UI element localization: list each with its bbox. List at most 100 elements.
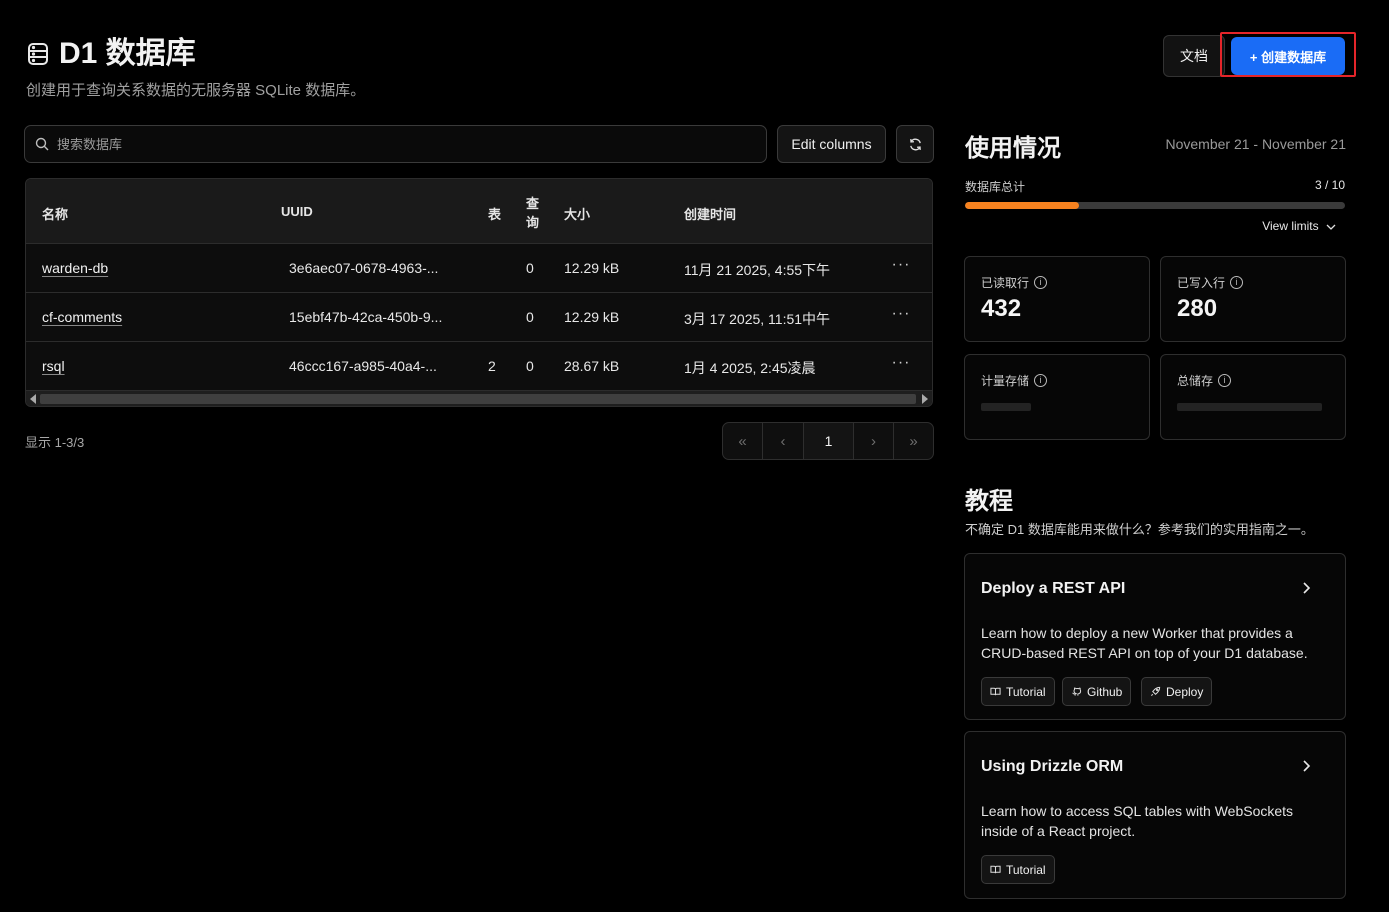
rows-written-value: 280	[1177, 295, 1218, 322]
chip-label: Github	[1087, 684, 1123, 699]
database-uuid: 46ccc167-a985-40a4-...	[289, 358, 437, 374]
chevron-down-icon	[1326, 224, 1336, 230]
view-limits-label: View limits	[1262, 219, 1319, 233]
create-database-button[interactable]: + 创建数据库	[1231, 37, 1345, 75]
rocket-icon	[1151, 686, 1161, 696]
table-header: 名称 UUID 表 查询 大小 创建时间	[26, 179, 932, 244]
column-header-size[interactable]: 大小	[564, 204, 590, 223]
loading-skeleton	[981, 403, 1031, 411]
result-range: 显示 1-3/3	[25, 435, 85, 450]
database-name-link[interactable]: cf-comments	[42, 309, 122, 325]
column-header-tables[interactable]: 表	[488, 204, 501, 223]
table-row[interactable]: cf-comments 15ebf47b-42ca-450b-9... 0 12…	[26, 293, 932, 342]
table-row[interactable]: rsql 46ccc167-a985-40a4-... 2 0 28.67 kB…	[26, 342, 932, 391]
database-created: 1月 4 2025, 2:45凌晨	[684, 360, 816, 376]
edit-columns-button[interactable]: Edit columns	[777, 125, 886, 163]
view-limits-button[interactable]: View limits	[1240, 219, 1336, 233]
usage-date-range: November 21 - November 21	[1165, 136, 1346, 152]
horizontal-scrollbar[interactable]	[26, 391, 932, 406]
github-icon	[1072, 687, 1082, 696]
next-page-button[interactable]: ›	[854, 423, 894, 459]
search-icon	[35, 137, 49, 151]
database-created: 3月 17 2025, 11:51中午	[684, 311, 831, 327]
database-queries: 0	[526, 358, 534, 374]
rows-written-card: 已写入行 i 280	[1160, 256, 1346, 342]
database-size: 12.29 kB	[564, 309, 620, 325]
page-1-button[interactable]: 1	[804, 423, 854, 459]
chevron-right-icon	[1303, 582, 1311, 594]
column-header-uuid[interactable]: UUID	[281, 204, 313, 219]
column-header-actions	[872, 179, 932, 224]
page-subtitle: 创建用于查询关系数据的无服务器 SQLite 数据库。	[26, 82, 366, 99]
total-storage-label: 总储存	[1177, 374, 1214, 388]
chip-label: Tutorial	[1006, 684, 1046, 699]
rows-written-label: 已写入行	[1177, 276, 1226, 290]
usage-title: 使用情况	[965, 135, 1061, 162]
database-size: 12.29 kB	[564, 260, 620, 276]
book-icon	[990, 865, 1001, 874]
column-header-created[interactable]: 创建时间	[684, 204, 736, 223]
tutorial-chip-deploy[interactable]: Deploy	[1141, 677, 1213, 706]
column-header-name[interactable]: 名称	[42, 204, 68, 223]
database-uuid: 3e6aec07-0678-4963-...	[289, 260, 439, 276]
page-title: D1 数据库	[59, 37, 196, 70]
search-input[interactable]	[57, 136, 737, 152]
info-icon[interactable]: i	[1218, 374, 1232, 387]
book-icon	[990, 687, 1001, 696]
tutorial-description: Learn how to access SQL tables with WebS…	[981, 803, 1294, 839]
database-total-label: 数据库总计	[965, 180, 1026, 194]
scrollbar-thumb[interactable]	[40, 394, 916, 404]
database-name-link[interactable]: warden-db	[42, 260, 108, 276]
tutorial-description: Learn how to deploy a new Worker that pr…	[981, 625, 1308, 661]
info-icon[interactable]: i	[1230, 276, 1244, 289]
database-total-count: 3 / 10	[1314, 178, 1345, 192]
prev-page-button[interactable]: ‹	[763, 423, 804, 459]
first-page-button[interactable]: «	[723, 423, 763, 459]
tutorial-chip-tutorial[interactable]: Tutorial	[981, 677, 1055, 706]
docs-button[interactable]: 文档	[1163, 35, 1225, 77]
rows-read-value: 432	[981, 295, 1022, 322]
tutorial-card-drizzle-orm[interactable]: Using Drizzle ORM Learn how to access SQ…	[964, 731, 1346, 899]
last-page-button[interactable]: »	[894, 423, 933, 459]
tutorials-subtitle: 不确定 D1 数据库能用来做什么？参考我们的实用指南之一。	[965, 522, 1314, 537]
databases-table: 名称 UUID 表 查询 大小 创建时间 warden-db 3e6aec07-…	[25, 178, 933, 407]
database-queries: 0	[526, 260, 534, 276]
refresh-button[interactable]	[896, 125, 934, 163]
loading-skeleton	[1177, 403, 1322, 411]
database-queries: 0	[526, 309, 534, 325]
tutorial-title: Deploy a REST API	[981, 580, 1126, 597]
column-header-queries[interactable]: 查询	[526, 194, 540, 232]
metered-storage-label: 计量存储	[981, 374, 1030, 388]
chip-label: Tutorial	[1006, 862, 1046, 877]
more-actions-button[interactable]: ···	[890, 256, 912, 278]
info-icon[interactable]: i	[1034, 276, 1048, 289]
database-usage-progress-fill	[965, 202, 1079, 209]
rows-read-card: 已读取行 i 432	[964, 256, 1150, 342]
tutorials-title: 教程	[965, 488, 1013, 515]
chevron-right-icon	[1303, 760, 1311, 772]
more-actions-button[interactable]: ···	[890, 354, 912, 376]
pagination: « ‹ 1 › »	[722, 422, 934, 460]
tutorial-chip-github[interactable]: Github	[1062, 677, 1132, 706]
scroll-left-icon[interactable]	[30, 394, 36, 404]
info-icon[interactable]: i	[1034, 374, 1048, 387]
metered-storage-card: 计量存储 i	[964, 354, 1150, 440]
scroll-right-icon[interactable]	[922, 394, 928, 404]
refresh-icon	[909, 138, 921, 150]
tutorial-title: Using Drizzle ORM	[981, 758, 1124, 775]
search-box[interactable]	[24, 125, 767, 163]
database-name-link[interactable]: rsql	[42, 358, 65, 374]
database-created: 11月 21 2025, 4:55下午	[684, 262, 831, 278]
total-storage-card: 总储存 i	[1160, 354, 1346, 440]
database-size: 28.67 kB	[564, 358, 620, 374]
database-uuid: 15ebf47b-42ca-450b-9...	[289, 309, 443, 325]
tutorial-chip-tutorial[interactable]: Tutorial	[981, 855, 1055, 884]
database-tables: 2	[488, 358, 496, 374]
rows-read-label: 已读取行	[981, 276, 1030, 290]
database-icon	[27, 42, 49, 66]
table-row[interactable]: warden-db 3e6aec07-0678-4963-... 0 12.29…	[26, 244, 932, 293]
more-actions-button[interactable]: ···	[890, 305, 912, 327]
tutorial-card-rest-api[interactable]: Deploy a REST API Learn how to deploy a …	[964, 553, 1346, 720]
chip-label: Deploy	[1166, 684, 1204, 699]
database-usage-progress	[965, 202, 1345, 209]
